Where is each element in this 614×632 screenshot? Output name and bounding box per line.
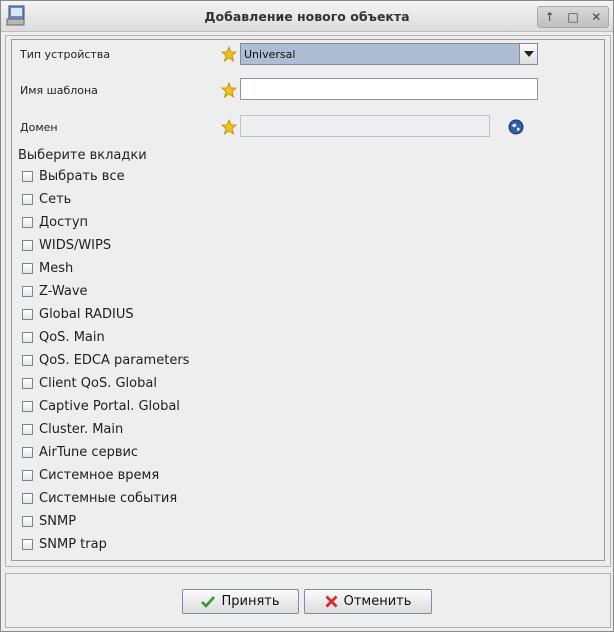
checkbox-box[interactable] bbox=[22, 400, 33, 412]
globe-icon[interactable] bbox=[508, 119, 524, 135]
checkbox-global-radius[interactable]: Global RADIUS bbox=[22, 305, 134, 323]
checkbox-box[interactable] bbox=[22, 515, 33, 527]
checkbox-label: SNMP bbox=[39, 513, 77, 529]
checkbox-qos-edca[interactable]: QoS. EDCA parameters bbox=[22, 351, 189, 369]
device-type-select[interactable]: Universal bbox=[240, 43, 538, 65]
form-panel: Тип устройства Universal Имя шаблона Дом… bbox=[5, 35, 611, 567]
required-star-icon bbox=[221, 46, 237, 62]
checkbox-box[interactable] bbox=[22, 262, 33, 274]
accept-button[interactable]: Принять bbox=[182, 589, 299, 614]
window-up-icon[interactable]: ↑ bbox=[541, 8, 559, 26]
checkbox-z-wave[interactable]: Z-Wave bbox=[22, 282, 88, 300]
checkbox-access[interactable]: Доступ bbox=[22, 213, 88, 231]
title-bar[interactable]: Добавление нового объекта ↑ □ ✕ bbox=[1, 1, 613, 32]
checkbox-label: WIDS/WIPS bbox=[39, 237, 112, 253]
checkbox-label: Mesh bbox=[39, 260, 74, 276]
domain-input bbox=[240, 115, 490, 137]
checkbox-label: Системное время bbox=[39, 467, 160, 483]
checkbox-box[interactable] bbox=[22, 216, 33, 228]
checkbox-label: Global RADIUS bbox=[39, 306, 134, 322]
checkbox-box[interactable] bbox=[22, 492, 33, 504]
check-icon bbox=[201, 595, 216, 608]
chevron-down-icon[interactable] bbox=[519, 44, 537, 64]
checkbox-box[interactable] bbox=[22, 239, 33, 251]
domain-label: Домен bbox=[20, 121, 58, 134]
checkbox-snmp-trap[interactable]: SNMP trap bbox=[22, 535, 107, 553]
checkbox-label: QoS. Main bbox=[39, 329, 105, 345]
checkbox-label: QoS. EDCA parameters bbox=[39, 352, 190, 368]
checkbox-select-all[interactable]: Выбрать все bbox=[22, 167, 125, 185]
window-title: Добавление нового объекта bbox=[204, 9, 410, 24]
template-name-label: Имя шаблона bbox=[20, 84, 98, 97]
checkbox-label: Client QoS. Global bbox=[39, 375, 157, 391]
form-area: Тип устройства Universal Имя шаблона Дом… bbox=[11, 39, 605, 561]
window-controls: ↑ □ ✕ bbox=[537, 6, 609, 28]
dialog-window: Добавление нового объекта ↑ □ ✕ Тип устр… bbox=[0, 0, 614, 632]
checkbox-box[interactable] bbox=[22, 354, 33, 366]
checkbox-label: Доступ bbox=[39, 214, 89, 230]
checkbox-label: Сеть bbox=[39, 191, 72, 207]
device-type-value: Universal bbox=[244, 48, 296, 61]
required-star-icon bbox=[221, 82, 237, 98]
close-icon[interactable]: ✕ bbox=[587, 8, 605, 26]
checkbox-network[interactable]: Сеть bbox=[22, 190, 71, 208]
checkbox-snmp[interactable]: SNMP bbox=[22, 512, 76, 530]
checkbox-box[interactable] bbox=[22, 308, 33, 320]
checkbox-box[interactable] bbox=[22, 331, 33, 343]
checkbox-captive-portal[interactable]: Captive Portal. Global bbox=[22, 397, 180, 415]
cross-icon bbox=[325, 595, 338, 608]
checkbox-label: Выбрать все bbox=[39, 168, 125, 184]
maximize-icon[interactable]: □ bbox=[564, 8, 582, 26]
template-name-input[interactable] bbox=[240, 78, 538, 100]
tabs-section-title: Выберите вкладки bbox=[18, 148, 147, 163]
required-star-icon bbox=[221, 119, 237, 135]
checkbox-box[interactable] bbox=[22, 377, 33, 389]
checkbox-label: Системные события bbox=[39, 490, 178, 506]
checkbox-box[interactable] bbox=[22, 469, 33, 481]
checkbox-wids-wips[interactable]: WIDS/WIPS bbox=[22, 236, 111, 254]
checkbox-label: SNMP trap bbox=[39, 536, 107, 552]
button-bar: Принять Отменить bbox=[5, 573, 611, 628]
cancel-button-label: Отменить bbox=[343, 594, 412, 609]
checkbox-box[interactable] bbox=[22, 170, 33, 182]
checkbox-box[interactable] bbox=[22, 446, 33, 458]
checkbox-cluster-main[interactable]: Cluster. Main bbox=[22, 420, 123, 438]
checkbox-client-qos[interactable]: Client QoS. Global bbox=[22, 374, 157, 392]
checkbox-box[interactable] bbox=[22, 193, 33, 205]
checkbox-qos-main[interactable]: QoS. Main bbox=[22, 328, 105, 346]
checkbox-label: AirTune сервис bbox=[39, 444, 139, 460]
checkbox-label: Cluster. Main bbox=[39, 421, 124, 437]
checkbox-label: Captive Portal. Global bbox=[39, 398, 180, 414]
checkbox-box[interactable] bbox=[22, 538, 33, 550]
checkbox-system-time[interactable]: Системное время bbox=[22, 466, 159, 484]
checkbox-airtune[interactable]: AirTune сервис bbox=[22, 443, 138, 461]
checkbox-box[interactable] bbox=[22, 285, 33, 297]
device-type-label: Тип устройства bbox=[20, 48, 111, 61]
checkbox-box[interactable] bbox=[22, 423, 33, 435]
checkbox-mesh[interactable]: Mesh bbox=[22, 259, 73, 277]
cancel-button[interactable]: Отменить bbox=[304, 589, 432, 614]
accept-button-label: Принять bbox=[221, 594, 280, 609]
checkbox-label: Z-Wave bbox=[39, 283, 88, 299]
checkbox-system-events[interactable]: Системные события bbox=[22, 489, 177, 507]
